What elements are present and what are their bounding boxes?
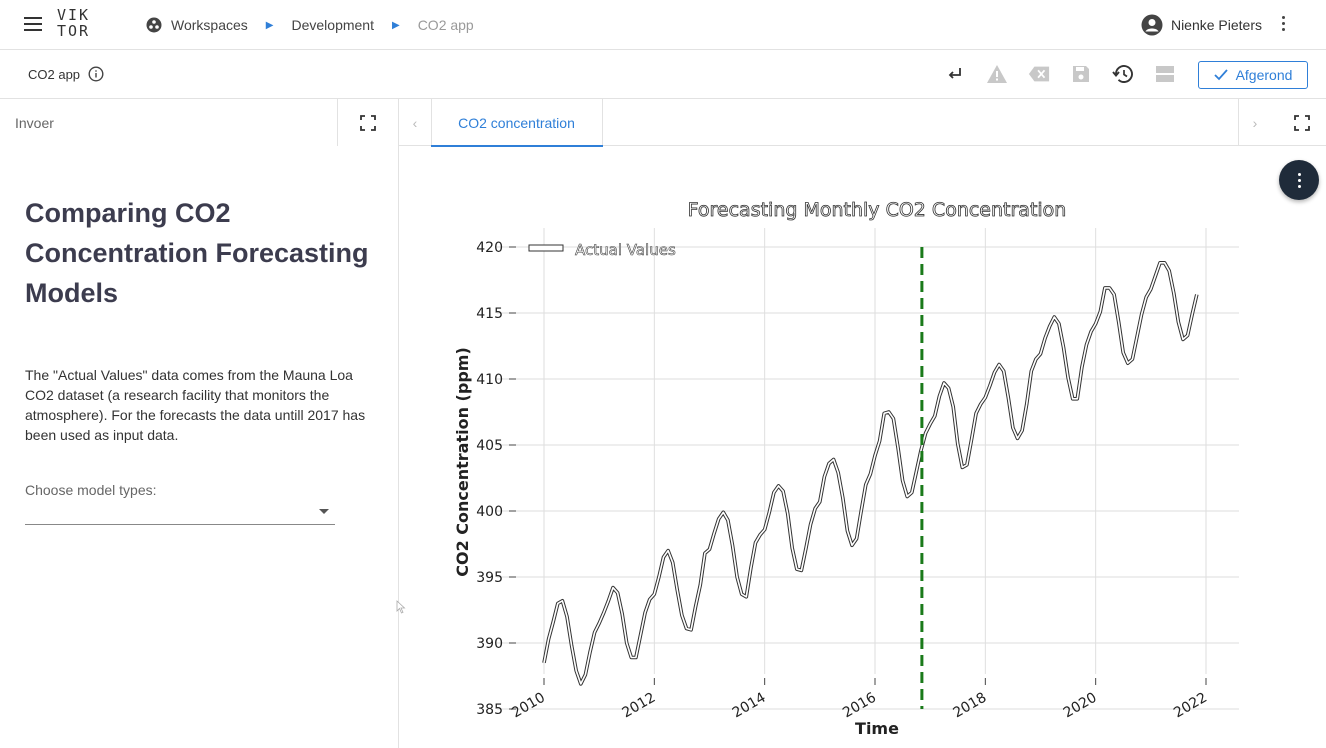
y-tick-label: 420 [476,240,503,256]
chart-grid [497,228,1239,710]
model-types-label: Choose model types: [25,482,157,498]
header-divider [337,99,338,146]
y-tick-label: 400 [476,504,503,520]
logo-line2: TOR [57,22,91,40]
chart-title: Forecasting Monthly CO2 Concentration [688,199,1067,221]
user-name: Nienke Pieters [1170,17,1262,33]
breadcrumb-workspaces[interactable]: Workspaces [171,17,248,33]
plot-area [542,247,1199,709]
layout-icon[interactable] [1154,63,1176,85]
clear-icon[interactable] [1028,63,1050,85]
legend-swatch [528,244,564,252]
output-panel: ‹ CO2 concentration › 385 390 395 400 405 410… [399,99,1326,748]
more-vert-icon[interactable] [1280,16,1286,34]
workspace-icon [146,17,162,33]
breadcrumb: Workspaces ▶ Development ▶ CO2 app [146,0,474,50]
toolbar-actions [944,63,1196,85]
x-tick-label: 2012 [619,690,658,722]
menu-icon[interactable] [24,17,42,31]
fullscreen-icon[interactable] [1294,115,1310,131]
input-panel-title: Invoer [15,115,54,131]
x-tick-label: 2020 [1061,690,1100,722]
enter-icon[interactable] [944,63,966,85]
legend-label: Actual Values [575,241,676,259]
x-axis: 2010 2012 2014 2016 2018 2020 2022 [509,678,1210,721]
app-name: CO2 app [28,67,81,82]
description-text: The "Actual Values" data comes from the … [25,367,366,443]
input-panel-header: Invoer [0,99,398,146]
model-types-select[interactable] [25,499,335,525]
x-tick-label: 2022 [1171,690,1210,722]
history-icon[interactable] [1112,63,1134,85]
x-tick-label: 2010 [509,690,548,722]
account-icon [1141,14,1163,36]
tab-bar: ‹ CO2 concentration › [399,99,1326,147]
check-icon [1213,69,1228,81]
breadcrumb-separator-icon: ▶ [265,19,274,31]
user-menu[interactable]: Nienke Pieters [1141,0,1262,50]
x-tick-label: 2014 [730,690,769,722]
y-tick-label: 415 [476,306,503,322]
done-button[interactable]: Afgerond [1198,61,1308,89]
save-icon[interactable] [1070,63,1092,85]
breadcrumb-current: CO2 app [417,17,474,33]
input-panel: Invoer Comparing CO2 Concentration Forec… [0,99,399,748]
y-tick-label: 385 [476,702,503,718]
done-label: Afgerond [1235,67,1293,83]
co2-chart: 385390395400405410415420 2010 2012 2014 201… [453,199,1239,738]
x-tick-label: 2016 [840,690,879,722]
x-axis-label: Time [855,719,899,738]
tab-label: CO2 concentration [458,114,575,131]
breadcrumb-separator-icon: ▶ [391,19,400,31]
y-tick-label: 405 [476,438,503,454]
tab-co2-concentration[interactable]: CO2 concentration [431,99,603,147]
fullscreen-icon[interactable] [360,115,376,131]
page-heading: Comparing CO2 Concentration Forecasting … [25,198,369,308]
breadcrumb-development[interactable]: Development [291,17,374,33]
tab-scroll-left-icon[interactable]: ‹ [399,99,432,146]
tab-scroll-right-icon[interactable]: › [1238,99,1271,146]
more-options-button[interactable] [1279,160,1319,200]
caret-down-icon [319,509,329,514]
chart-legend: Actual Values [528,241,676,259]
y-tick-label: 395 [476,570,503,586]
top-bar: VIK TOR Workspaces ▶ Development ▶ CO2 a… [0,0,1326,50]
y-tick-label: 410 [476,372,503,388]
app-toolbar: CO2 app Afgerond [0,50,1326,99]
x-tick-label: 2018 [950,690,989,722]
warning-icon[interactable] [986,63,1008,85]
y-axis-label: CO2 Concentration (ppm) [453,347,472,577]
y-tick-label: 390 [476,636,503,652]
logo[interactable]: VIK TOR [57,7,101,43]
info-icon[interactable] [88,66,104,82]
y-axis: 385 390 395 400 405 410 415 420 [476,240,516,718]
